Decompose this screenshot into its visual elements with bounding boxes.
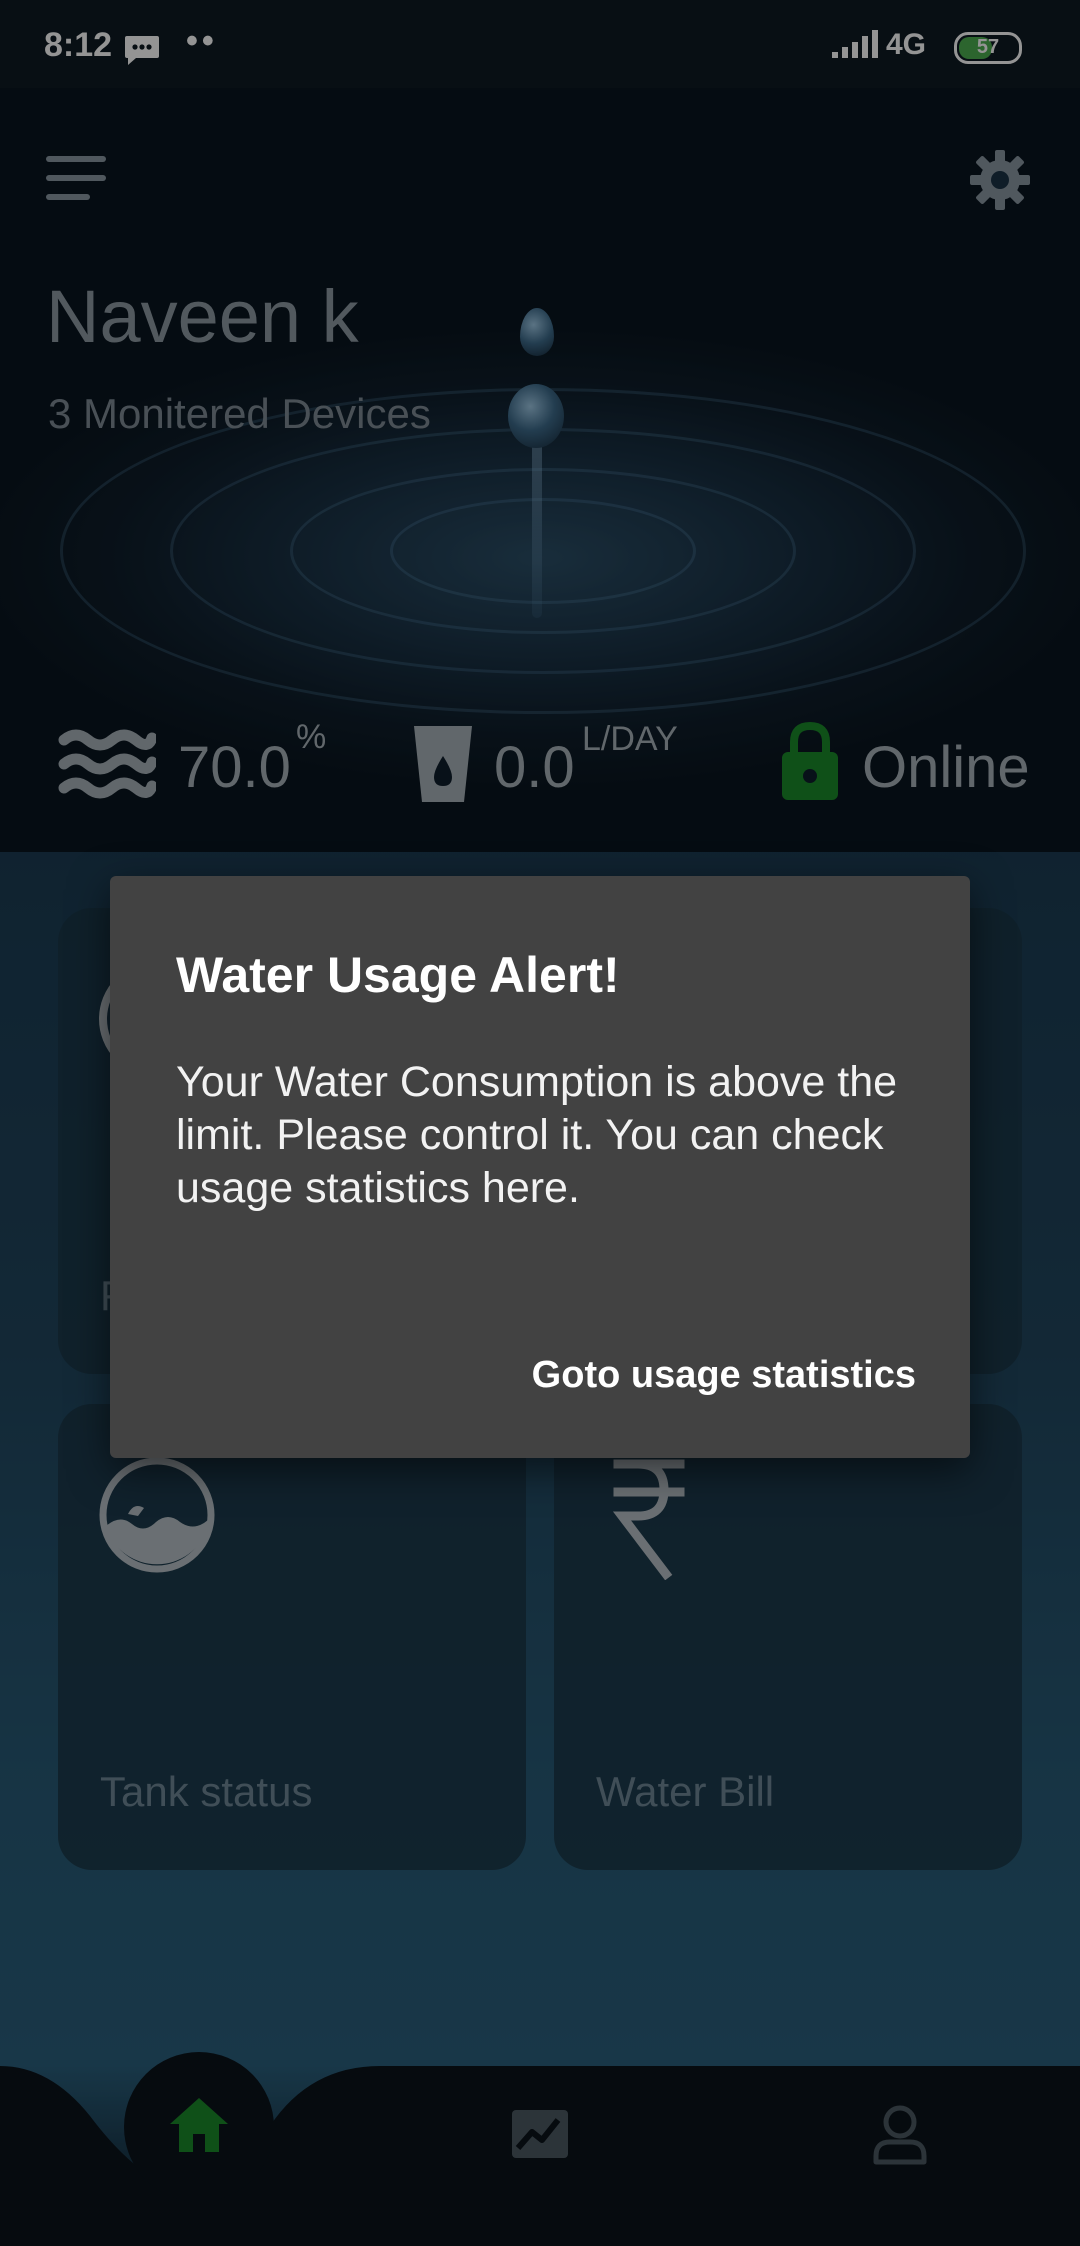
dialog-message: Your Water Consumption is above the limi…	[176, 1058, 898, 1212]
alert-dialog: Water Usage Alert! Your Water Consumptio…	[110, 876, 970, 1458]
app-screen: 8:12 •• 4G 57 Naveen k 3 Monitered Devic…	[0, 0, 1080, 2246]
goto-usage-statistics-button[interactable]: Goto usage statistics	[522, 1346, 926, 1405]
dialog-title: Water Usage Alert!	[176, 947, 620, 1003]
